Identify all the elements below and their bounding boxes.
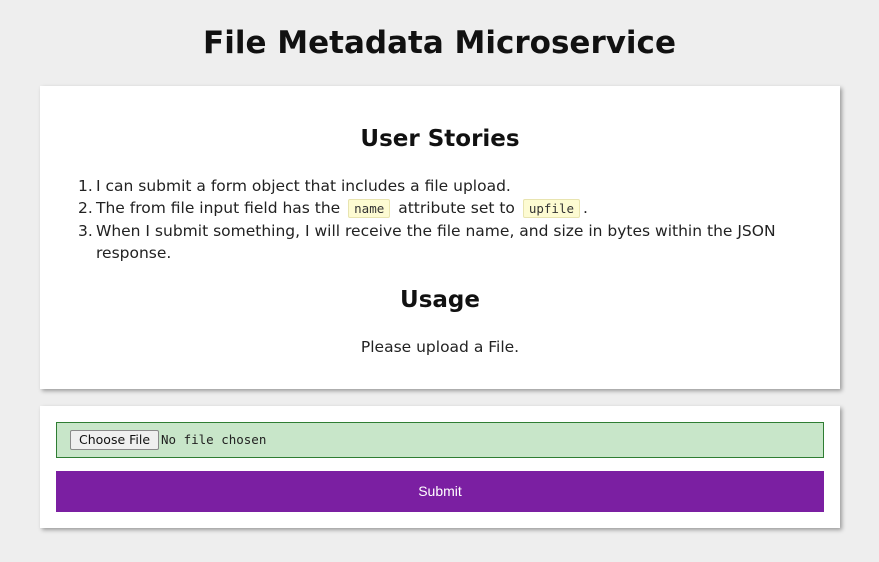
file-status-text: No file chosen — [161, 432, 267, 447]
user-stories-list: 1. I can submit a form object that inclu… — [78, 175, 786, 264]
usage-text: Please upload a File. — [360, 338, 520, 356]
code-upfile: upfile — [522, 199, 581, 218]
submit-button[interactable]: Submit — [56, 471, 824, 512]
story-text-middle: attribute set to — [398, 199, 515, 217]
choose-file-button[interactable]: Choose File — [70, 430, 160, 450]
user-stories-card: User Stories 1. I can submit a form obje… — [40, 86, 840, 389]
story-text-after: . — [583, 199, 588, 217]
story-item-1: 1. I can submit a form object that inclu… — [78, 175, 786, 197]
story-text: I can submit a form object that includes… — [96, 177, 511, 195]
story-item-2: 2. The from file input field has the nam… — [78, 197, 786, 220]
story-number: 3. — [78, 222, 93, 240]
code-name: name — [348, 199, 391, 218]
upload-form-card: Choose File No file chosen Submit — [40, 406, 840, 528]
story-number: 2. — [78, 199, 93, 217]
page-title: File Metadata Microservice — [203, 25, 676, 61]
usage-heading: Usage — [400, 287, 480, 313]
story-text-before: The from file input field has the — [96, 199, 341, 217]
user-stories-heading: User Stories — [360, 126, 520, 152]
story-item-3: 3. When I submit something, I will recei… — [78, 220, 786, 264]
file-input[interactable]: Choose File No file chosen — [56, 422, 824, 458]
story-number: 1. — [78, 177, 93, 195]
story-text: When I submit something, I will receive … — [96, 222, 776, 262]
